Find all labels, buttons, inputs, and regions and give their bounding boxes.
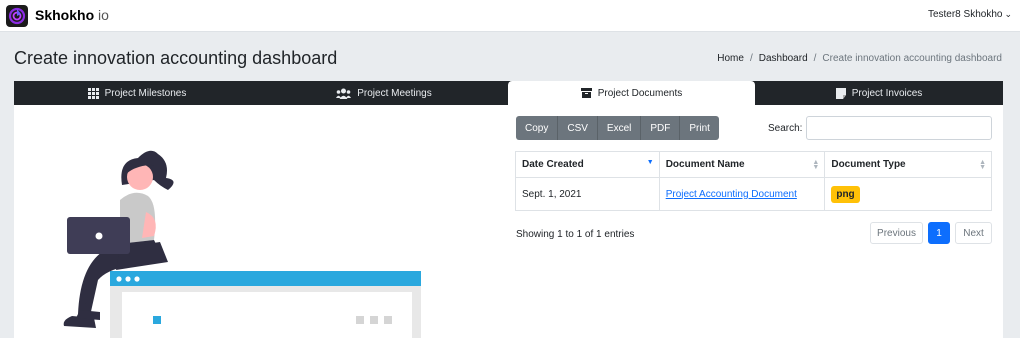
archive-icon [580, 88, 592, 98]
column-header-document-type[interactable]: Document Type ▲ ▼ [824, 151, 992, 178]
project-tabs: Project Milestones Project Meetings Proj… [14, 81, 1003, 105]
page-1-button[interactable]: 1 [928, 222, 950, 244]
breadcrumb-dashboard[interactable]: Dashboard [759, 53, 808, 64]
grid-icon [87, 87, 99, 99]
pagination: Previous 1 Next [870, 222, 992, 244]
breadcrumb: Home / Dashboard / Create innovation account… [717, 53, 1002, 64]
top-navbar: Skhokho io Tester8 Skhokho ⌄ [0, 0, 1020, 32]
woman-with-laptop-illustration [50, 140, 430, 338]
user-menu[interactable]: Tester8 Skhokho ⌄ [928, 9, 1012, 20]
tab-label: Project Milestones [104, 87, 187, 99]
cell-document-name: Project Accounting Document [658, 177, 826, 211]
tab-project-documents[interactable]: Project Documents [508, 81, 755, 105]
breadcrumb-separator: / [749, 53, 753, 64]
export-button-group: Copy CSV Excel PDF Print [516, 116, 719, 140]
tab-label: Project Invoices [851, 87, 923, 99]
cell-document-type: png [824, 177, 992, 211]
search-input[interactable] [806, 116, 992, 140]
sort-both-icon: ▲ ▼ [979, 159, 986, 171]
tab-label: Project Documents [597, 87, 683, 99]
document-type-badge: png [831, 185, 860, 203]
search-label: Search: [768, 123, 803, 134]
users-icon [336, 88, 352, 99]
brand-title: Skhokho [35, 7, 95, 23]
print-button[interactable]: Print [680, 116, 719, 140]
table-row: Sept. 1, 2021 Project Accounting Documen… [515, 177, 992, 211]
document-link[interactable]: Project Accounting Document [666, 189, 797, 200]
column-header-label: Date Created [522, 159, 584, 170]
tab-project-milestones[interactable]: Project Milestones [14, 81, 260, 105]
table-info: Showing 1 to 1 of 1 entries [516, 229, 635, 240]
brand-logo-icon[interactable] [6, 5, 28, 27]
documents-table: Date Created ▼ Document Name ▲ ▼ Document T… [515, 151, 992, 211]
breadcrumb-separator: / [813, 53, 817, 64]
column-header-document-name[interactable]: Document Name ▲ ▼ [658, 151, 826, 178]
previous-page-button[interactable]: Previous [870, 222, 923, 244]
cell-date-created: Sept. 1, 2021 [515, 177, 660, 211]
excel-button[interactable]: Excel [597, 116, 642, 140]
table-header-row: Date Created ▼ Document Name ▲ ▼ Document T… [515, 151, 992, 178]
next-page-button[interactable]: Next [955, 222, 992, 244]
pdf-button[interactable]: PDF [641, 116, 681, 140]
tab-label: Project Meetings [357, 87, 432, 99]
user-name: Tester8 Skhokho [927, 9, 1003, 20]
column-header-label: Document Type [831, 159, 906, 170]
chevron-down-icon: ⌄ [1004, 9, 1012, 19]
invoice-icon [835, 87, 846, 99]
tab-project-meetings[interactable]: Project Meetings [260, 81, 508, 105]
tab-project-invoices[interactable]: Project Invoices [755, 81, 1003, 105]
breadcrumb-current: Create innovation accounting dashboard [822, 53, 1002, 64]
sort-both-icon: ▲ ▼ [812, 159, 820, 171]
brand-suffix: io [98, 7, 109, 23]
breadcrumb-home[interactable]: Home [717, 53, 744, 64]
column-header-date-created[interactable]: Date Created ▼ [515, 151, 660, 178]
brand-name[interactable]: Skhokho io [35, 7, 109, 23]
column-header-label: Document Name [665, 159, 745, 170]
csv-button[interactable]: CSV [558, 116, 598, 140]
page-title: Create innovation accounting dashboard [14, 48, 338, 68]
sort-descending-icon: ▼ [646, 159, 654, 166]
copy-button[interactable]: Copy [516, 116, 559, 140]
